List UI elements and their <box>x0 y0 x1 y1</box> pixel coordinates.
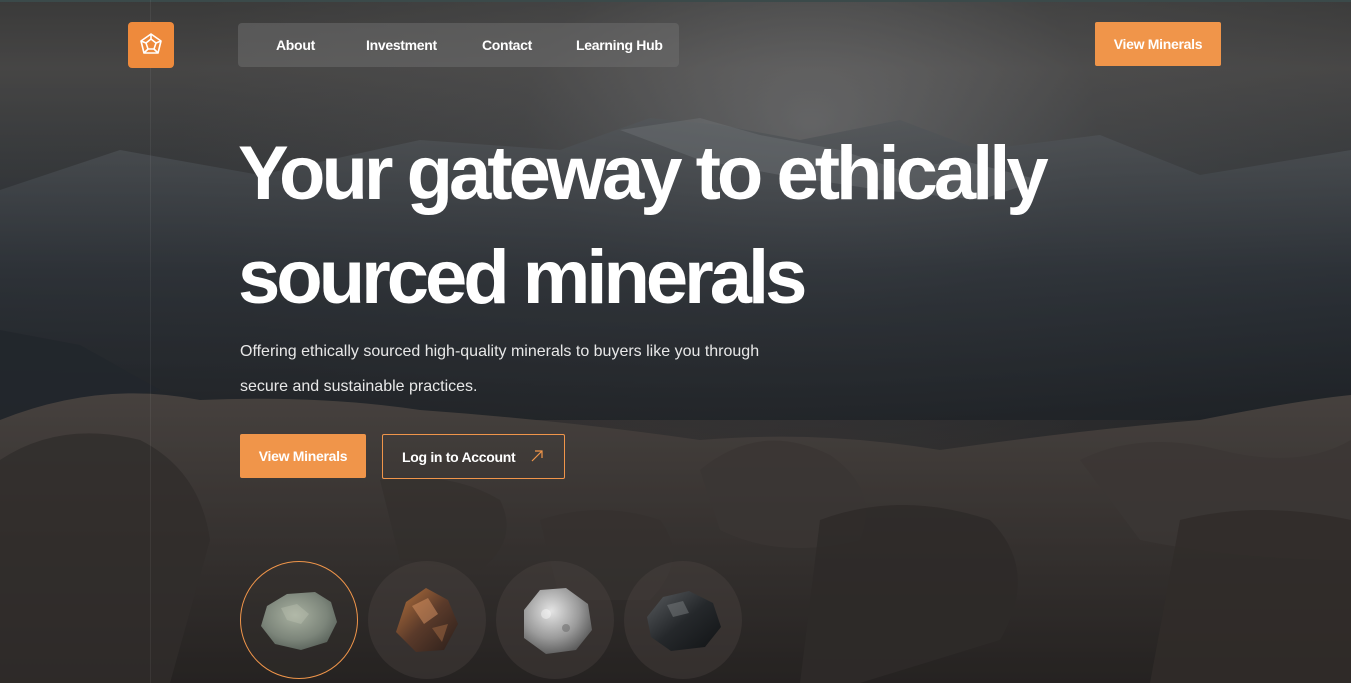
hero-subtitle-line-1: Offering ethically sourced high-quality … <box>240 343 760 360</box>
top-border <box>0 0 1351 2</box>
header-view-minerals-button[interactable]: View Minerals <box>1095 22 1221 66</box>
nav-item-investment[interactable]: Investment <box>366 37 437 53</box>
hero-subtitle: Offering ethically sourced high-quality … <box>240 334 800 404</box>
mineral-option-silver[interactable] <box>496 561 614 679</box>
guide-line <box>150 0 151 683</box>
hero-subtitle-line-2: secure and sustainable practices. <box>240 378 478 395</box>
login-account-label: Log in to Account <box>402 448 516 465</box>
silver-ore-image <box>524 588 592 654</box>
view-minerals-button[interactable]: View Minerals <box>240 434 366 478</box>
logo-button[interactable] <box>128 22 174 68</box>
hero-headline-line-2: sourced minerals <box>238 235 807 320</box>
black-ore-image <box>647 591 721 651</box>
nav-item-about[interactable]: About <box>276 37 315 53</box>
nav-item-contact[interactable]: Contact <box>482 37 532 53</box>
hero-headline-line-1: Your gateway to ethically <box>238 131 1049 216</box>
hero-headline: Your gateway to ethically sourced minera… <box>238 122 1138 330</box>
bronze-ore-image <box>396 588 458 652</box>
nav-item-learning-hub[interactable]: Learning Hub <box>576 37 663 53</box>
green-gray-stone-image <box>261 592 337 650</box>
mineral-option-black[interactable] <box>624 561 742 679</box>
arrow-up-right-icon <box>531 450 543 462</box>
dodecahedron-icon <box>140 33 162 54</box>
main-nav: About Investment Contact Learning Hub <box>238 23 679 67</box>
mineral-option-green-gray[interactable] <box>240 561 358 679</box>
mineral-option-bronze[interactable] <box>368 561 486 679</box>
login-account-button[interactable]: Log in to Account <box>382 434 565 479</box>
